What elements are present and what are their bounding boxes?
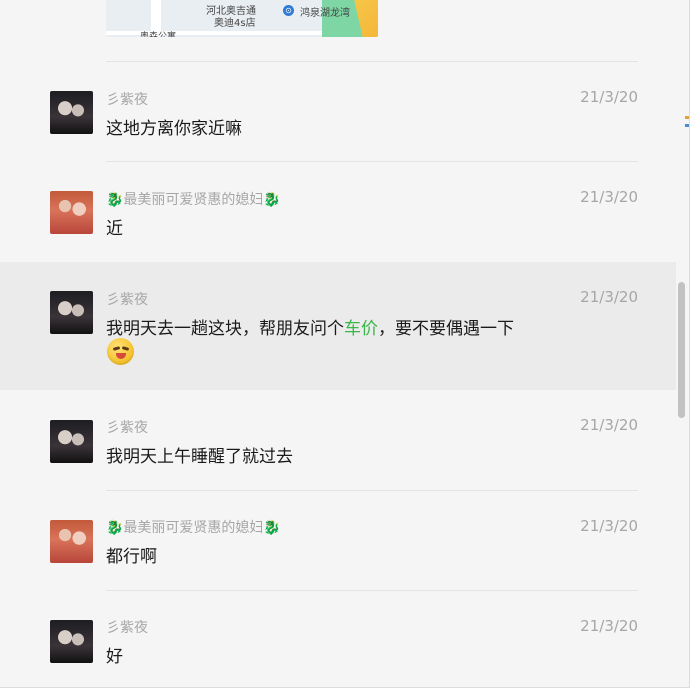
map-label: 鸿泉湖龙湾 (300, 8, 350, 19)
message-text: 好 (106, 647, 123, 667)
map-label: 奥迪4s店 (214, 18, 256, 29)
sender-avatar[interactable] (50, 91, 93, 134)
sender-avatar[interactable] (50, 291, 93, 334)
sender-avatar[interactable] (50, 191, 93, 234)
sender-name: 🐉最美丽可爱贤惠的媳妇🐉 (106, 520, 281, 536)
chat-message: 彡紫夜 21/3/20 好 (0, 591, 676, 687)
map-label: 奥森公寓 (140, 32, 177, 37)
wink-emoji-icon (107, 338, 134, 365)
search-keyword-link[interactable]: 车价 (344, 319, 378, 339)
location-map-preview[interactable]: 河北奥吉通 奥迪4s店 ⊙ 鸿泉湖龙湾 奥森公寓 (106, 0, 378, 37)
message-timestamp: 21/3/20 (580, 617, 638, 635)
background-window-edge (685, 124, 689, 127)
chat-message-highlighted: 彡紫夜 21/3/20 我明天去一趟这块，帮朋友问个车价，要不要偶遇一下 (0, 262, 676, 390)
sender-name: 彡紫夜 (106, 420, 148, 436)
message-timestamp: 21/3/20 (580, 88, 638, 106)
chat-history-window: 河北奥吉通 奥迪4s店 ⊙ 鸿泉湖龙湾 奥森公寓 彡紫夜 21/3/20 这地方… (0, 0, 690, 688)
sender-avatar[interactable] (50, 420, 93, 463)
sender-name: 彡紫夜 (106, 292, 148, 308)
message-timestamp: 21/3/20 (580, 517, 638, 535)
sender-name: 🐉最美丽可爱贤惠的媳妇🐉 (106, 192, 281, 208)
message-text: 近 (106, 219, 123, 239)
background-window-edge (685, 116, 689, 119)
sender-avatar[interactable] (50, 620, 93, 663)
vertical-scrollbar-thumb[interactable] (678, 282, 685, 418)
chat-message: 🐉最美丽可爱贤惠的媳妇🐉 21/3/20 都行啊 (0, 491, 676, 590)
message-text-part: 我明天去一趟这块，帮朋友问个 (106, 319, 344, 339)
chat-message: 🐉最美丽可爱贤惠的媳妇🐉 21/3/20 近 (0, 162, 676, 261)
message-text: 我明天上午睡醒了就过去 (106, 447, 293, 467)
chat-message: 彡紫夜 21/3/20 我明天上午睡醒了就过去 (0, 390, 676, 490)
sender-name: 彡紫夜 (106, 92, 148, 108)
sender-name: 彡紫夜 (106, 620, 148, 636)
message-text-part: ，要不要偶遇一下 (378, 319, 514, 339)
sender-avatar[interactable] (50, 520, 93, 563)
message-text: 都行啊 (106, 547, 157, 567)
message-text: 我明天去一趟这块，帮朋友问个车价，要不要偶遇一下 (106, 314, 514, 339)
message-timestamp: 21/3/20 (580, 288, 638, 306)
chat-message: 彡紫夜 21/3/20 这地方离你家近嘛 (0, 62, 676, 161)
message-timestamp: 21/3/20 (580, 188, 638, 206)
map-pin-icon: ⊙ (283, 5, 294, 16)
message-timestamp: 21/3/20 (580, 416, 638, 434)
message-text: 这地方离你家近嘛 (106, 119, 242, 139)
